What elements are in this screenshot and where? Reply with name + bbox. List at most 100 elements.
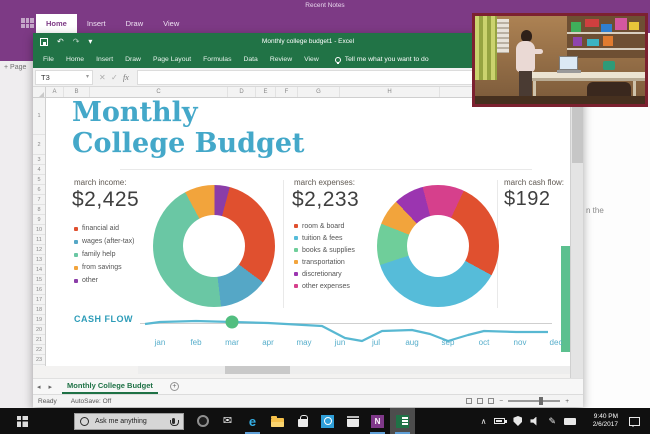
excel-button[interactable]: [390, 408, 415, 434]
picture-in-picture-video[interactable]: [472, 13, 648, 107]
row-header-23[interactable]: 23: [33, 355, 45, 365]
column-header-b[interactable]: B: [64, 87, 90, 97]
row-header-17[interactable]: 17: [33, 295, 45, 305]
row-header-12[interactable]: 12: [33, 245, 45, 255]
legend-bullet: [294, 272, 298, 276]
onenote-note-text-fragment: n the: [586, 206, 604, 215]
defender-shield-icon[interactable]: [513, 416, 523, 426]
income-donut-chart[interactable]: [153, 185, 275, 307]
start-button[interactable]: [0, 408, 44, 434]
mail-button[interactable]: ✉: [215, 408, 240, 434]
column-header-e[interactable]: E: [256, 87, 276, 97]
ribbon-tab-draw[interactable]: Draw: [119, 51, 147, 68]
sheet-tab[interactable]: Monthly College Budget: [62, 380, 158, 394]
onenote-button[interactable]: N: [365, 408, 390, 434]
expenses-donut-chart[interactable]: [377, 185, 499, 307]
row-header-7[interactable]: 7: [33, 195, 45, 205]
ribbon-tab-data[interactable]: Data: [237, 51, 263, 68]
enter-entry-icon[interactable]: ✓: [111, 70, 118, 85]
microphone-icon[interactable]: [169, 418, 179, 426]
movies-tv-button[interactable]: [340, 408, 365, 434]
column-header-g[interactable]: G: [298, 87, 340, 97]
volume-icon[interactable]: [530, 416, 537, 426]
undo-icon[interactable]: ↶: [57, 33, 64, 51]
chart-timeline-scrollbar[interactable]: [138, 366, 570, 374]
photos-button[interactable]: [315, 408, 340, 434]
insert-function-icon[interactable]: fx: [123, 70, 129, 85]
ribbon-tab-file[interactable]: File: [37, 51, 60, 68]
row-header-3[interactable]: 3: [33, 155, 45, 165]
row-header-8[interactable]: 8: [33, 205, 45, 215]
ribbon-tab-home[interactable]: Home: [60, 51, 90, 68]
row-header-15[interactable]: 15: [33, 275, 45, 285]
edge-button[interactable]: e: [240, 408, 265, 434]
row-header-6[interactable]: 6: [33, 185, 45, 195]
column-header-h[interactable]: H: [340, 87, 440, 97]
battery-icon[interactable]: [494, 418, 507, 424]
action-center-icon[interactable]: [629, 416, 640, 427]
row-header-14[interactable]: 14: [33, 265, 45, 275]
qat-customize-icon[interactable]: ▾: [88, 33, 92, 51]
pen-icon[interactable]: ✎: [548, 416, 556, 427]
ribbon-tab-formulas[interactable]: Formulas: [197, 51, 237, 68]
taskbar-clock[interactable]: 9:40 PM 2/6/2017: [584, 413, 618, 429]
sheet-nav-right-icon[interactable]: ▸: [45, 383, 57, 391]
sheet-nav-left-icon[interactable]: ◂: [33, 383, 45, 391]
onenote-tab-view[interactable]: View: [153, 14, 189, 33]
ribbon-tab-review[interactable]: Review: [264, 51, 298, 68]
zoom-slider-thumb[interactable]: [539, 397, 544, 405]
legend-bullet: [74, 239, 78, 244]
row-header-19[interactable]: 19: [33, 315, 45, 325]
cashflow-card-title: march cash flow:: [504, 178, 565, 187]
show-hidden-icons-chevron[interactable]: ∧: [481, 417, 487, 426]
onenote-tab-insert[interactable]: Insert: [77, 14, 116, 33]
row-header-20[interactable]: 20: [33, 325, 45, 335]
ribbon-tab-page-layout[interactable]: Page Layout: [147, 51, 197, 68]
row-header-21[interactable]: 21: [33, 335, 45, 345]
column-header-a[interactable]: A: [46, 87, 64, 97]
task-view-button[interactable]: [190, 408, 215, 434]
vertical-scrollbar[interactable]: [570, 87, 583, 378]
onenote-tab-home[interactable]: Home: [36, 14, 77, 33]
select-all-corner[interactable]: [33, 87, 46, 98]
row-header-10[interactable]: 10: [33, 225, 45, 235]
keyboard-icon[interactable]: [564, 417, 576, 425]
video-desk-edge: [527, 78, 645, 81]
chart-timeline-scrollbar-thumb[interactable]: [225, 366, 290, 374]
row-header-5[interactable]: 5: [33, 175, 45, 185]
cancel-entry-icon[interactable]: ✕: [99, 70, 106, 85]
tell-me-box[interactable]: Tell me what you want to do: [334, 56, 429, 64]
row-header-22[interactable]: 22: [33, 345, 45, 355]
add-page-button[interactable]: + Page: [4, 64, 26, 71]
name-box[interactable]: T3 ▾: [35, 70, 93, 85]
column-header-f[interactable]: F: [276, 87, 298, 97]
normal-view-icon[interactable]: [466, 398, 473, 404]
row-header-1[interactable]: 1: [33, 98, 45, 135]
row-header-16[interactable]: 16: [33, 285, 45, 295]
column-header-c[interactable]: C: [90, 87, 228, 97]
search-input[interactable]: Ask me anything: [74, 412, 184, 430]
row-header-13[interactable]: 13: [33, 255, 45, 265]
zoom-out-icon[interactable]: −: [499, 398, 503, 405]
store-button[interactable]: [290, 408, 315, 434]
page-break-view-icon[interactable]: [488, 398, 495, 404]
row-header-11[interactable]: 11: [33, 235, 45, 245]
income-card-title: march income:: [74, 178, 127, 187]
row-header-4[interactable]: 4: [33, 165, 45, 175]
file-explorer-button[interactable]: [265, 408, 290, 434]
column-header-d[interactable]: D: [228, 87, 256, 97]
redo-icon[interactable]: ↷: [73, 33, 80, 51]
notebook-grid-icon[interactable]: [21, 18, 34, 28]
zoom-slider[interactable]: [508, 397, 561, 405]
ribbon-tab-view[interactable]: View: [298, 51, 325, 68]
row-header-18[interactable]: 18: [33, 305, 45, 315]
zoom-in-icon[interactable]: +: [565, 398, 569, 405]
page-layout-view-icon[interactable]: [477, 398, 484, 404]
sheet-area[interactable]: Monthly College Budget march income: $2,…: [46, 98, 570, 366]
save-icon[interactable]: [40, 38, 48, 46]
new-sheet-icon[interactable]: +: [169, 382, 179, 391]
onenote-tab-draw[interactable]: Draw: [116, 14, 154, 33]
ribbon-tab-insert[interactable]: Insert: [90, 51, 119, 68]
row-header-9[interactable]: 9: [33, 215, 45, 225]
row-header-2[interactable]: 2: [33, 135, 45, 155]
